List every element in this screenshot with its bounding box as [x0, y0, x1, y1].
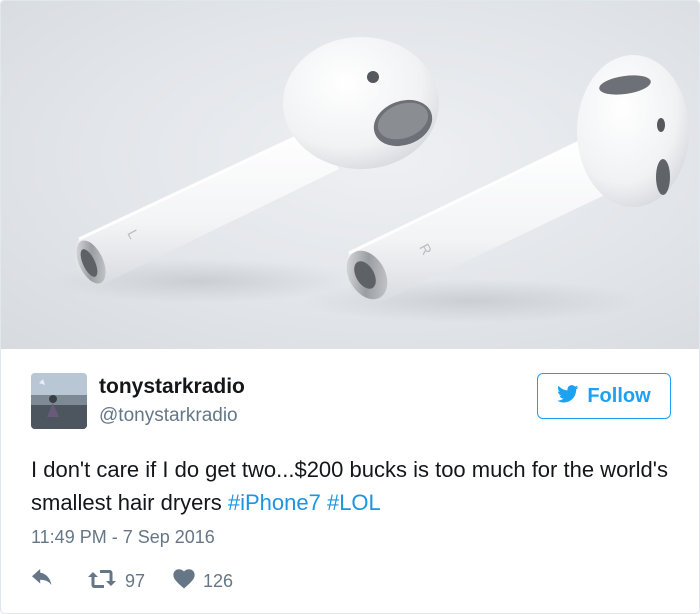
like-button[interactable]: 126	[173, 567, 233, 595]
tweet-image[interactable]: L R	[1, 1, 699, 349]
tweet-actions: 97 126	[31, 567, 331, 595]
display-name[interactable]: tonystarkradio	[99, 375, 245, 399]
like-count: 126	[203, 570, 234, 591]
heart-icon	[173, 568, 195, 594]
follow-label: Follow	[587, 384, 651, 407]
hashtag-lol[interactable]: #LOL	[327, 490, 381, 515]
reply-icon	[31, 568, 53, 594]
airpods-photo: L R	[51, 37, 689, 323]
reply-button[interactable]	[31, 567, 53, 595]
tweet-header: tonystarkradio @tonystarkradio Follow	[31, 371, 671, 431]
tweet-timestamp[interactable]: 11:49 PM - 7 Sep 2016	[31, 527, 215, 548]
retweet-button[interactable]: 97	[87, 567, 145, 595]
follow-button[interactable]: Follow	[537, 373, 671, 419]
hashtag-iphone7[interactable]: #iPhone7	[228, 490, 321, 515]
twitter-bird-icon	[557, 384, 579, 408]
retweet-count: 97	[125, 570, 146, 591]
retweet-icon	[87, 568, 117, 595]
user-handle[interactable]: @tonystarkradio	[99, 405, 238, 427]
tweet-text: I don't care if I do get two...$200 buck…	[31, 453, 671, 519]
avatar[interactable]	[31, 373, 87, 429]
profile-photo	[31, 373, 87, 429]
tweet-card: L R tonystarkradio @tonystarkradio Follo…	[0, 0, 700, 614]
